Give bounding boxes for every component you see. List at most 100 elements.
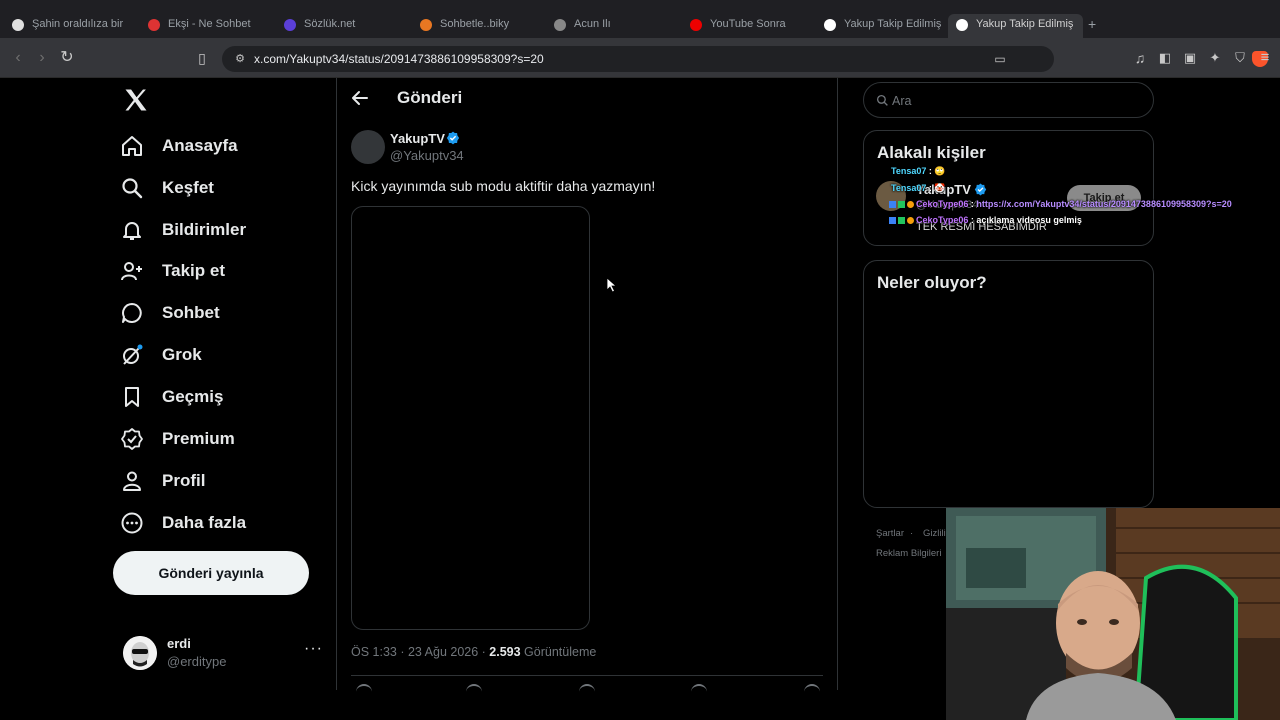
nav-premium[interactable]: Premium — [120, 419, 235, 459]
nav-grok[interactable]: Grok — [120, 335, 202, 375]
x-logo-icon[interactable] — [122, 86, 150, 114]
bookmark-icon[interactable]: ▯ — [190, 46, 214, 70]
browser-tab[interactable]: Ekşi - Ne Sohbet — [140, 14, 275, 38]
verified-badge-icon — [974, 183, 987, 196]
view-count-label: Görüntüleme — [520, 645, 597, 659]
author-name[interactable]: YakupTV — [390, 131, 445, 146]
tab-favicon-icon — [12, 19, 24, 31]
post-video[interactable] — [351, 206, 590, 630]
gift-badge-icon — [907, 217, 914, 224]
mod-badge-icon — [898, 217, 905, 224]
leo-ai-icon[interactable]: ✦ — [1203, 46, 1227, 70]
nav-chat[interactable]: Sohbet — [120, 293, 220, 333]
nav-home[interactable]: Anasayfa — [120, 126, 238, 166]
menu-icon[interactable]: ≡ — [1253, 46, 1277, 70]
browser-tab-bar: Şahin oraldılıza bir Ekşi - Ne Sohbet Sö… — [0, 0, 1280, 38]
new-tab-icon[interactable]: + — [1088, 16, 1096, 32]
post-timestamp[interactable]: ÖS 1:33 · 23 Ağu 2026 · — [351, 645, 489, 659]
avatar-face-icon — [123, 636, 157, 670]
grok-icon — [123, 344, 143, 365]
mod-badge-icon — [898, 201, 905, 208]
tab-favicon-icon — [148, 19, 160, 31]
forward-nav-icon[interactable]: › — [30, 46, 54, 70]
post-text: Kick yayınımda sub modu aktiftir daha ya… — [351, 178, 656, 194]
tab-favicon-icon — [554, 19, 566, 31]
search-placeholder: Ara — [892, 94, 912, 108]
bell-icon — [123, 222, 141, 240]
nav-notifications[interactable]: Bildirimler — [120, 210, 246, 250]
account-menu-icon[interactable]: ··· — [304, 640, 323, 658]
vpn-shield-icon[interactable]: ⛉ — [1228, 46, 1252, 70]
nav-history[interactable]: Geçmiş — [120, 377, 223, 417]
author-avatar[interactable] — [351, 130, 385, 164]
trends-title: Neler oluyor? — [877, 273, 987, 292]
nav-more[interactable]: Daha fazla — [120, 503, 246, 543]
post-button[interactable]: Gönderi yayınla — [113, 551, 309, 595]
back-arrow-icon[interactable] — [350, 88, 370, 108]
tab-favicon-icon — [284, 19, 296, 31]
repost-icon[interactable] — [466, 684, 482, 692]
tab-favicon-icon — [690, 19, 702, 31]
related-title: Alakalı kişiler — [877, 143, 986, 162]
tab-favicon-icon — [824, 19, 836, 31]
trends-card: Neler oluyor? — [863, 260, 1154, 508]
sub-badge-icon — [889, 201, 896, 208]
share-icon[interactable] — [804, 684, 820, 692]
back-nav-icon[interactable]: ‹ — [6, 46, 30, 70]
wallet-icon[interactable]: ▣ — [1178, 46, 1202, 70]
browser-tab[interactable]: Yakup Takip Edilmiş — [816, 14, 951, 38]
browser-tab[interactable]: Acun Ilı — [546, 14, 681, 38]
search-icon — [122, 178, 143, 199]
cast-icon[interactable]: ▭ — [988, 47, 1012, 71]
mouse-cursor-icon — [606, 277, 618, 293]
browser-tab[interactable]: Sözlük.net — [276, 14, 411, 38]
chat-bubble-icon — [122, 303, 142, 323]
gift-badge-icon — [907, 201, 914, 208]
streamer-webcam-image — [946, 508, 1280, 720]
browser-toolbar: ‹ › ↻ ▯ ⚙ x.com/Yakuptv34/status/2091473… — [0, 38, 1280, 78]
profile-icon — [123, 471, 141, 491]
author-handle[interactable]: @Yakuptv34 — [390, 148, 464, 163]
browser-tab[interactable]: YouTube Sonra — [682, 14, 817, 38]
column-divider — [336, 78, 337, 690]
bookmark-action-icon[interactable] — [691, 684, 707, 692]
footer-ads-link[interactable]: Reklam Bilgileri — [876, 548, 941, 559]
like-icon[interactable] — [579, 684, 595, 692]
chat-message: Tensa07 : 🙄 — [891, 166, 946, 176]
nav-follow[interactable]: Takip et — [120, 251, 225, 291]
nav-explore[interactable]: Keşfet — [120, 168, 214, 208]
page-title: Gönderi — [397, 88, 463, 107]
music-icon[interactable]: ♫ — [1128, 46, 1152, 70]
view-count: 2.593 — [489, 645, 521, 659]
premium-badge-icon — [121, 428, 143, 450]
account-name: erdi — [167, 636, 191, 651]
tab-favicon-icon — [956, 19, 968, 31]
more-circle-icon — [121, 512, 143, 534]
account-handle: @erditype — [167, 654, 227, 669]
bookmark-icon — [125, 387, 139, 407]
search-icon — [876, 94, 888, 106]
chat-message: CekoType06 : https://x.com/Yakuptv34/sta… — [889, 199, 1232, 209]
url-text: x.com/Yakuptv34/status/20914738861099583… — [254, 52, 544, 66]
divider — [351, 675, 823, 676]
sidebar-toggle-icon[interactable]: ◧ — [1153, 46, 1177, 70]
sub-badge-icon — [889, 217, 896, 224]
chat-message: CekoType06 : açıklama videosu gelmiş — [889, 215, 1082, 225]
browser-tab[interactable]: Şahin oraldılıza bir — [4, 14, 139, 38]
browser-tab[interactable]: Sohbetle..biky — [412, 14, 547, 38]
nav-profile[interactable]: Profil — [120, 461, 205, 501]
account-avatar[interactable] — [123, 636, 157, 670]
post-meta: ÖS 1:33 · 23 Ağu 2026 · 2.593 Görüntülem… — [351, 645, 596, 659]
browser-tab-active[interactable]: Yakup Takip Edilmiş — [948, 14, 1083, 38]
chat-message: Tensa07 : 🤡 — [891, 183, 946, 193]
reply-icon[interactable] — [356, 684, 372, 692]
column-divider — [837, 78, 838, 690]
address-bar[interactable]: ⚙ x.com/Yakuptv34/status/209147388610995… — [222, 46, 1268, 72]
webcam-overlay — [946, 508, 1280, 720]
tab-favicon-icon — [420, 19, 432, 31]
footer-terms-link[interactable]: Şartlar — [876, 528, 904, 539]
reload-icon[interactable]: ↻ — [55, 46, 79, 70]
verified-badge-icon — [446, 131, 460, 145]
site-info-icon[interactable]: ⚙ — [228, 47, 252, 71]
search-input[interactable]: Ara — [863, 82, 1154, 118]
